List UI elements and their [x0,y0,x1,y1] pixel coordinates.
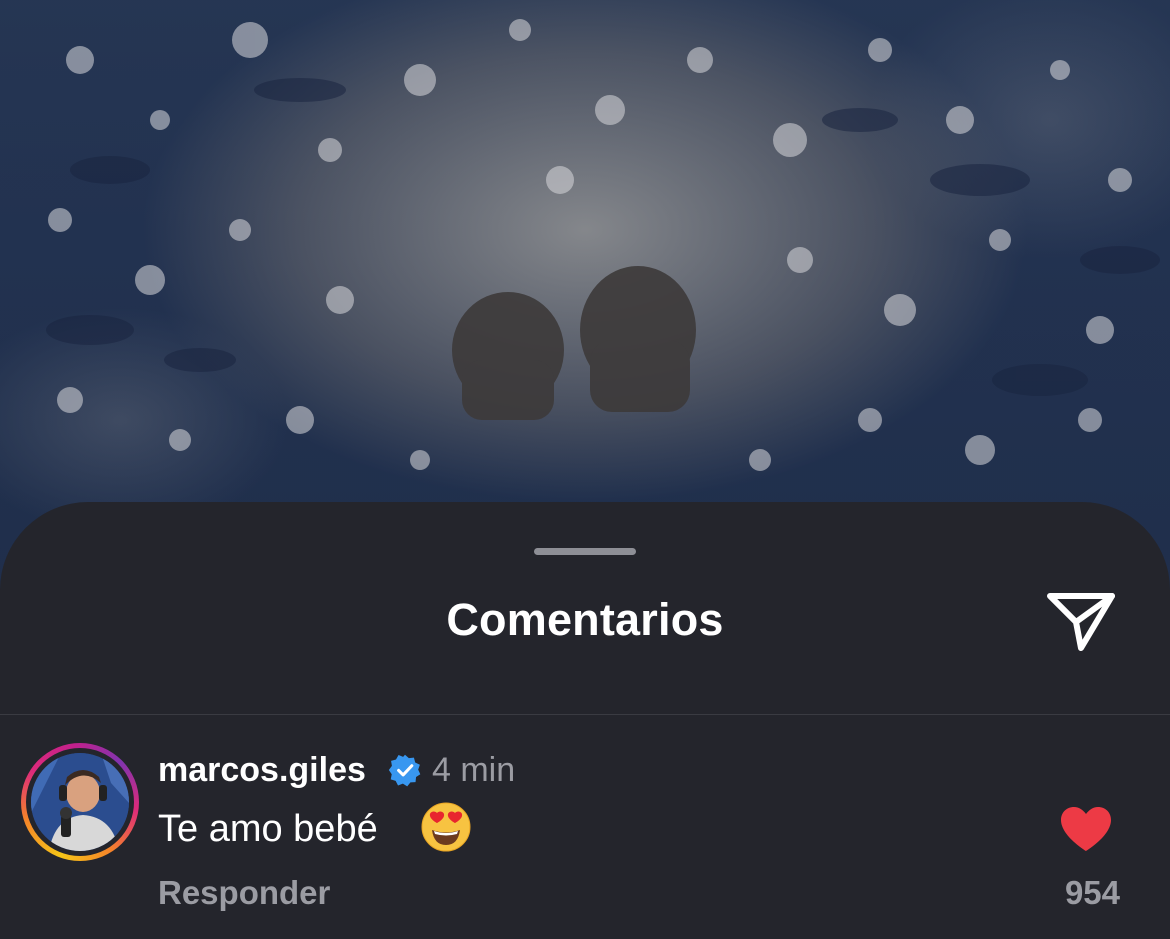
avatar[interactable] [31,753,129,851]
like-count: 954 [1064,874,1120,911]
avatar-photo [31,753,129,851]
comments-bottom-sheet: Comentarios marcos.giles 4 min Te amo be… [0,502,1170,939]
heart-icon[interactable] [1059,805,1113,853]
comments-screen: Comentarios marcos.giles 4 min Te amo be… [0,0,1170,939]
sheet-title: Comentarios [446,594,724,645]
verified-badge-icon [388,754,421,787]
reply-button[interactable]: Responder [158,874,330,912]
comment-item: marcos.giles 4 min Te amo bebé Responder… [0,715,1170,939]
comment-username[interactable]: marcos.giles [158,751,366,790]
paper-plane-icon[interactable] [1042,584,1120,656]
comment-text: Te amo bebé [158,808,378,850]
sheet-grabber-handle[interactable] [534,548,636,555]
avatar-story-ring[interactable] [21,743,139,861]
heart-eyes-emoji-icon [421,802,471,852]
comment-timestamp: 4 min [432,751,516,789]
